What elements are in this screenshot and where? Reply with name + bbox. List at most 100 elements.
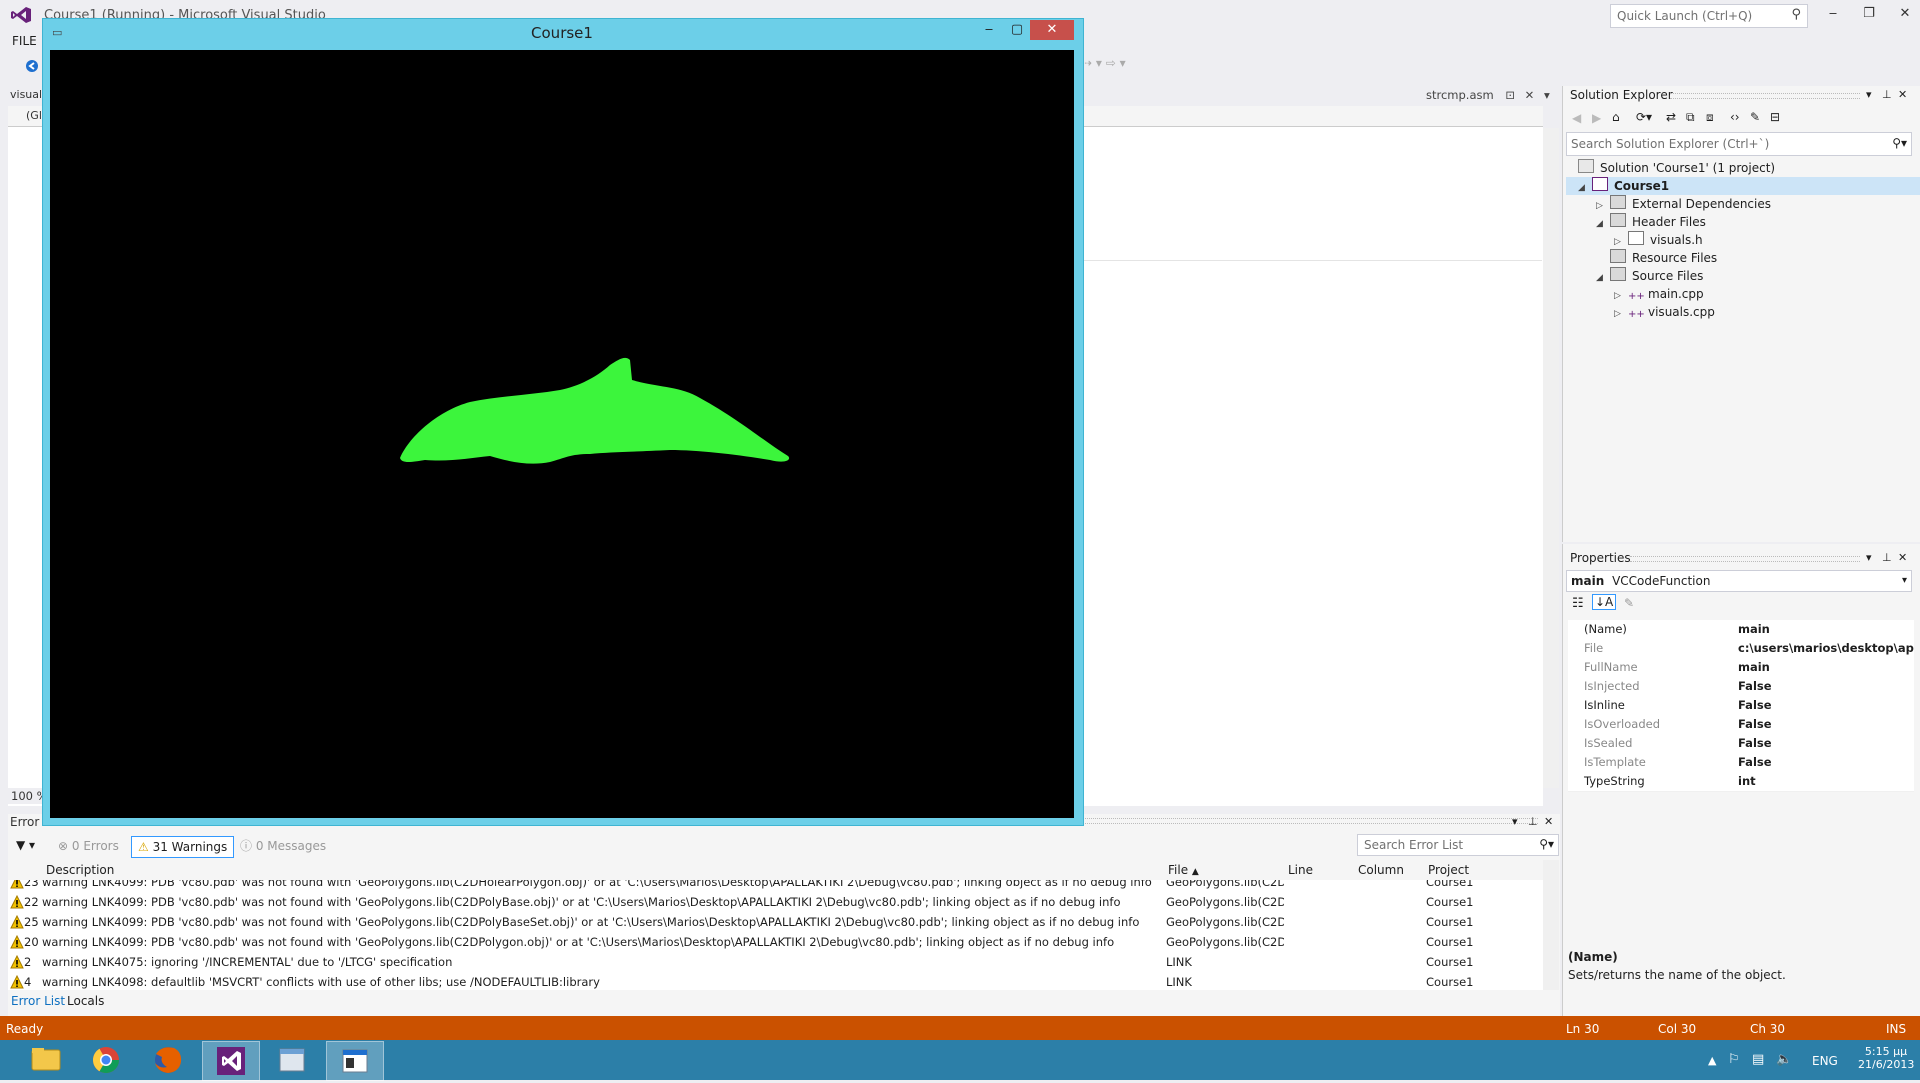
- app-close-button[interactable]: ✕: [1030, 20, 1074, 40]
- tree-item-external-dependencies[interactable]: ▷ External Dependencies: [1596, 195, 1771, 213]
- taskbar-visual-studio[interactable]: [202, 1041, 260, 1081]
- back-icon[interactable]: ◀: [1572, 111, 1581, 125]
- property-value: False: [1738, 717, 1772, 731]
- close-button[interactable]: ✕: [1894, 6, 1916, 24]
- tree-item-header-files[interactable]: ◢ Header Files: [1596, 213, 1706, 231]
- collapse-all-icon[interactable]: ⧉: [1686, 110, 1695, 125]
- solution-explorer-search-input[interactable]: Search Solution Explorer (Ctrl+`) ⚲▾: [1566, 132, 1912, 156]
- quick-launch-input[interactable]: Quick Launch (Ctrl+Q) ⚲: [1610, 4, 1808, 28]
- column-column[interactable]: Column: [1358, 863, 1404, 877]
- network-icon[interactable]: ▤: [1752, 1052, 1764, 1067]
- volume-icon[interactable]: 🔈: [1776, 1052, 1792, 1067]
- table-row[interactable]: 23 warning LNK4099: PDB 'vc80.pdb' was n…: [8, 880, 1543, 892]
- taskbar-chrome[interactable]: [78, 1041, 134, 1079]
- tab-error-list[interactable]: Error List: [11, 994, 65, 1008]
- home-icon[interactable]: ⌂: [1612, 110, 1620, 124]
- tree-item-solution[interactable]: Solution 'Course1' (1 project): [1578, 159, 1775, 177]
- chevron-down-icon[interactable]: ▾: [1866, 551, 1872, 564]
- column-file[interactable]: File ▲: [1168, 863, 1199, 877]
- property-value: False: [1738, 755, 1772, 769]
- properties-object-selector[interactable]: main VCCodeFunction ▾: [1566, 570, 1912, 592]
- expanded-arrow-icon[interactable]: ◢: [1596, 215, 1610, 233]
- view-code-icon[interactable]: ‹›: [1730, 110, 1740, 124]
- action-center-flag-icon[interactable]: ⚐: [1728, 1052, 1740, 1067]
- expanded-arrow-icon[interactable]: ◢: [1578, 179, 1592, 197]
- navigate-back-icon[interactable]: [24, 58, 40, 74]
- table-row[interactable]: 20 warning LNK4099: PDB 'vc80.pdb' was n…: [8, 932, 1543, 952]
- clock[interactable]: 5:15 μμ 21/6/2013: [1858, 1045, 1914, 1071]
- taskbar-course1[interactable]: [326, 1041, 384, 1081]
- pin-icon[interactable]: ⊥: [1882, 551, 1892, 564]
- tree-item-resource-files[interactable]: Resource Files: [1596, 249, 1717, 267]
- panel-grip: [1082, 818, 1538, 824]
- chevron-down-icon[interactable]: ▾: [1544, 88, 1550, 102]
- taskbar-app[interactable]: [264, 1041, 320, 1079]
- scope-dropdown[interactable]: (Gl: [26, 109, 42, 122]
- property-row[interactable]: IsOverloaded False: [1568, 715, 1914, 735]
- tree-item-project[interactable]: ◢ Course1: [1566, 177, 1920, 195]
- property-row[interactable]: IsTemplate False: [1568, 753, 1914, 773]
- close-tab-icon[interactable]: ✕: [1525, 88, 1535, 102]
- show-all-files-icon[interactable]: ⧈: [1706, 110, 1714, 125]
- warnings-filter-button[interactable]: ⚠ 31 Warnings: [131, 836, 235, 858]
- column-line[interactable]: Line: [1288, 863, 1313, 877]
- property-row[interactable]: File c:\users\marios\desktop\apallak: [1568, 639, 1914, 659]
- tray-chevron-up-icon[interactable]: ▲: [1708, 1054, 1716, 1067]
- taskbar-firefox[interactable]: [140, 1041, 196, 1079]
- restore-button[interactable]: ❐: [1858, 6, 1880, 24]
- taskbar-file-explorer[interactable]: [18, 1041, 74, 1079]
- messages-filter-button[interactable]: ⓘ 0 Messages: [234, 836, 332, 856]
- opengl-canvas[interactable]: [50, 50, 1074, 818]
- property-row[interactable]: TypeString int: [1568, 772, 1914, 792]
- app-maximize-button[interactable]: ▢: [1002, 20, 1032, 40]
- sync-icon[interactable]: ⟳▾: [1636, 110, 1652, 124]
- close-icon[interactable]: ✕: [1898, 88, 1907, 101]
- pin-icon[interactable]: ⊥: [1882, 88, 1892, 101]
- tab-strcmp[interactable]: strcmp.asm ⊡ ✕ ▾: [1426, 88, 1550, 102]
- categorized-icon[interactable]: ☷: [1572, 596, 1584, 611]
- errors-filter-button[interactable]: ⊗ 0 Errors: [52, 836, 125, 856]
- tree-item-visuals-cpp[interactable]: ▷ ++ visuals.cpp: [1614, 303, 1715, 321]
- error-list-search-input[interactable]: Search Error List ⚲▾: [1357, 834, 1559, 856]
- pin-icon[interactable]: ⊡: [1505, 88, 1515, 102]
- expanded-arrow-icon[interactable]: ◢: [1596, 269, 1610, 287]
- tree-item-main-cpp[interactable]: ▷ ++ main.cpp: [1614, 285, 1704, 303]
- preview-icon[interactable]: ⊟: [1770, 110, 1780, 124]
- property-pages-icon[interactable]: ✎: [1624, 596, 1634, 610]
- column-project[interactable]: Project: [1428, 863, 1469, 877]
- properties-icon[interactable]: ✎: [1750, 110, 1760, 124]
- language-indicator[interactable]: ENG: [1812, 1054, 1838, 1068]
- header-file-icon: [1628, 231, 1644, 245]
- property-row[interactable]: IsInjected False: [1568, 677, 1914, 697]
- forward-icon[interactable]: ▶: [1592, 111, 1601, 125]
- filter-icon[interactable]: ▼ ▾: [16, 838, 35, 852]
- close-icon[interactable]: ✕: [1544, 815, 1553, 828]
- editor-scrollbar[interactable]: [1543, 128, 1559, 788]
- table-row[interactable]: 25 warning LNK4099: PDB 'vc80.pdb' was n…: [8, 912, 1543, 932]
- table-row[interactable]: 4 warning LNK4098: defaultlib 'MSVCRT' c…: [8, 972, 1543, 990]
- pin-icon[interactable]: ⊥: [1528, 815, 1538, 828]
- tree-item-visuals-h[interactable]: ▷ visuals.h: [1614, 231, 1703, 249]
- property-row[interactable]: IsSealed False: [1568, 734, 1914, 754]
- table-row[interactable]: 22 warning LNK4099: PDB 'vc80.pdb' was n…: [8, 892, 1543, 912]
- app-minimize-button[interactable]: ‒: [974, 20, 1004, 40]
- close-icon[interactable]: ✕: [1898, 551, 1907, 564]
- collapsed-arrow-icon[interactable]: ▷: [1614, 305, 1628, 323]
- error-list-scrollbar[interactable]: [1543, 860, 1559, 990]
- toolbar-overflow-icon[interactable]: ⇢ ▾ ⇨ ▾: [1082, 56, 1126, 70]
- alphabetical-icon[interactable]: ↓A: [1592, 594, 1617, 610]
- chevron-down-icon[interactable]: ▾: [1512, 815, 1518, 828]
- minimize-button[interactable]: ‒: [1822, 6, 1844, 24]
- column-file-label: File: [1168, 863, 1189, 877]
- chevron-down-icon[interactable]: ▾: [1866, 88, 1872, 101]
- table-row[interactable]: 2 warning LNK4075: ignoring '/INCREMENTA…: [8, 952, 1543, 972]
- property-row[interactable]: FullName main: [1568, 658, 1914, 678]
- refresh-icon[interactable]: ⇄: [1666, 110, 1676, 124]
- property-row[interactable]: (Name) main: [1568, 620, 1914, 640]
- property-row[interactable]: IsInline False: [1568, 696, 1914, 716]
- tab-locals[interactable]: Locals: [67, 994, 104, 1008]
- tree-item-source-files[interactable]: ◢ Source Files: [1596, 267, 1703, 285]
- column-description[interactable]: Description: [46, 863, 114, 877]
- cpp-project-icon: [1592, 177, 1608, 191]
- menu-file[interactable]: FILE: [12, 34, 37, 48]
